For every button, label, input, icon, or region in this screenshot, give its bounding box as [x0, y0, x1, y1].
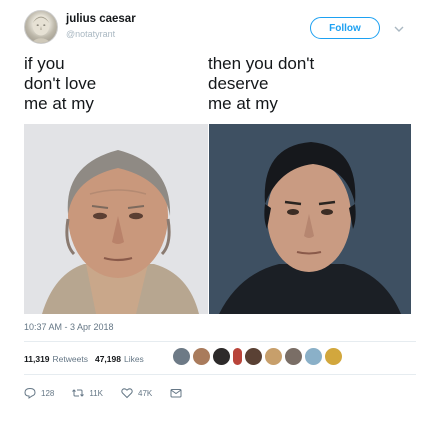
caption-right-line: me at my: [208, 94, 278, 113]
avatar[interactable]: [304, 347, 323, 366]
follow-button[interactable]: Follow: [310, 17, 380, 39]
retweet-count: 11K: [89, 388, 103, 398]
avatar[interactable]: [232, 347, 243, 366]
avatar[interactable]: [244, 347, 263, 366]
likes-count: 47,198: [94, 354, 121, 364]
divider: [24, 374, 416, 375]
caption-left-line: if you: [24, 54, 65, 73]
caption-left-line: me at my: [24, 94, 94, 113]
caption-left-line: don't love: [24, 74, 97, 93]
avatar[interactable]: [284, 347, 303, 366]
like-button[interactable]: 47K: [121, 387, 152, 399]
avatar[interactable]: [24, 10, 58, 44]
likes-stat[interactable]: 47,198 Likes: [95, 354, 144, 364]
tweet-stats: 11,319 Retweets 47,198 Likes: [24, 354, 151, 364]
avatar[interactable]: [192, 347, 211, 366]
photo-right[interactable]: [209, 124, 411, 314]
like-icon: [121, 388, 133, 399]
display-name[interactable]: julius caesar: [66, 13, 136, 25]
handle[interactable]: @notatyrant: [66, 29, 115, 39]
reply-icon: [24, 387, 36, 399]
chevron-down-icon[interactable]: [392, 22, 406, 36]
retweets-stat[interactable]: 11,319 Retweets: [24, 354, 88, 364]
avatar[interactable]: [172, 347, 191, 366]
caption-right-line: then you don't: [208, 54, 315, 73]
message-button[interactable]: [170, 387, 187, 399]
message-icon: [170, 389, 182, 398]
tweet-actions: 128 11K 47K: [24, 387, 205, 399]
tweet-timestamp[interactable]: 10:37 AM - 3 Apr 2018: [24, 322, 114, 332]
avatar[interactable]: [324, 347, 343, 366]
divider: [24, 341, 416, 342]
like-count: 47K: [138, 388, 153, 398]
avatar[interactable]: [264, 347, 283, 366]
retweet-button[interactable]: 11K: [72, 387, 103, 399]
retweets-label: Retweets: [52, 354, 88, 364]
retweets-count: 11,319: [24, 354, 50, 364]
caption-right-line: deserve: [208, 74, 269, 93]
retweet-icon: [72, 389, 85, 397]
likes-label: Likes: [123, 354, 144, 364]
avatar[interactable]: [212, 347, 231, 366]
liker-avatars: [172, 347, 344, 366]
caption-left: if you don't love me at my: [24, 54, 204, 114]
reply-button[interactable]: 128: [24, 387, 54, 399]
tweet-header: julius caesar @notatyrant Follow: [24, 10, 416, 46]
reply-count: 128: [41, 388, 55, 398]
caption-right: then you don't deserve me at my: [208, 54, 408, 114]
photo-left[interactable]: [24, 124, 208, 314]
